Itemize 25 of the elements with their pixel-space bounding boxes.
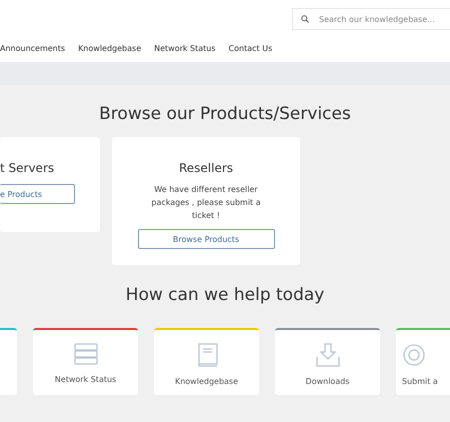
section-title: How can we help today [124, 285, 326, 305]
card-label: Downloads [306, 377, 350, 386]
browse-button[interactable]: Browse Products [138, 229, 274, 249]
card-label: Knowledgebase [174, 377, 238, 386]
nav-link[interactable]: Knowledgebase [78, 44, 142, 52]
help-card[interactable]: Knowledgebase [154, 328, 259, 395]
help-card[interactable]: Network Status [33, 328, 138, 395]
help-card[interactable]: Downloads [275, 328, 380, 395]
book-icon [196, 343, 218, 367]
search-field[interactable]: Search our knowledgebase... [292, 8, 450, 30]
nav-link[interactable]: Announcements [0, 44, 66, 52]
nav-link[interactable]: Contact Us [228, 44, 272, 52]
card-text: We have different reseller packages , please submit a ticket ! [150, 184, 262, 222]
section-title: Browse our Products/Services [98, 104, 352, 124]
card-title: t Servers [0, 161, 54, 175]
card-label: Submit a [402, 377, 438, 386]
browse-button[interactable]: e Products [0, 184, 75, 204]
search-icon [301, 15, 309, 23]
card-label: Network Status [54, 375, 116, 384]
download-icon [316, 343, 340, 367]
lifebuoy-icon [402, 343, 426, 367]
nav-link[interactable]: Network Status [154, 44, 216, 52]
server-icon [74, 343, 98, 365]
help-card[interactable]: Submit a [396, 328, 450, 395]
card-title: Resellers [178, 161, 234, 175]
